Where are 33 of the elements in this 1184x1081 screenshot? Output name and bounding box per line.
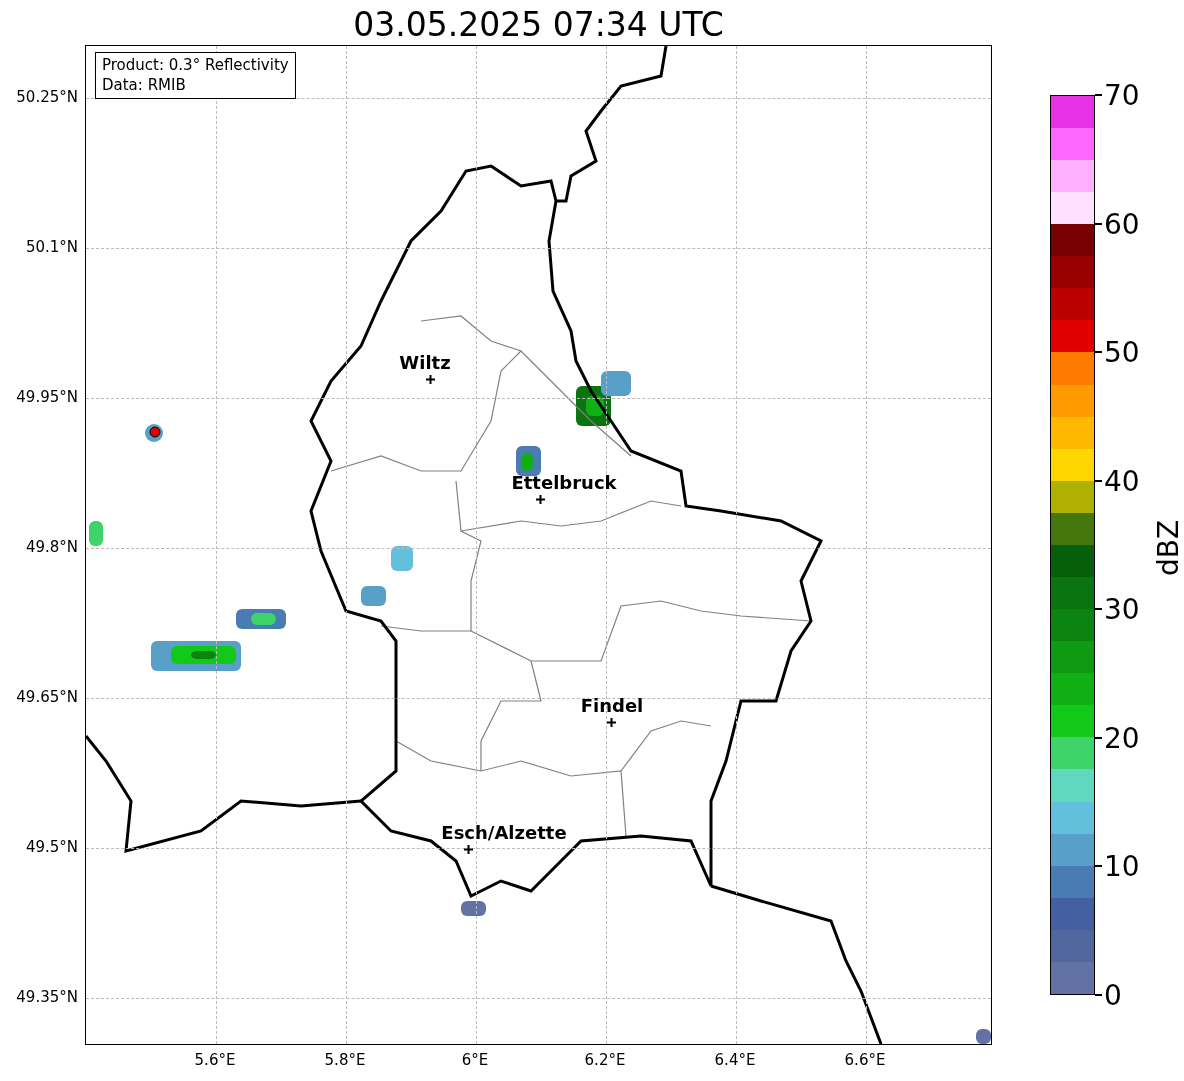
product-text: Product: 0.3° Reflectivity [102,55,289,75]
city-marker-icon [536,495,545,504]
city-marker-icon [607,718,616,727]
city-label: Findel [580,695,644,716]
colorbar-label: dBZ [1151,519,1184,577]
colorbar-tick-label: 10 [1104,849,1140,883]
longitude-label: 6°E [461,1051,489,1069]
latitude-label: 49.65°N [15,688,78,706]
city-label: Wiltz [399,352,451,373]
longitude-label: 6.6°E [844,1051,886,1069]
latitude-label: 49.35°N [15,988,78,1006]
city-label: Ettelbruck [511,472,617,493]
longitude-label: 5.6°E [194,1051,236,1069]
latitude-label: 49.8°N [24,538,78,556]
longitude-label: 6.4°E [714,1051,756,1069]
colorbar-tick-label: 60 [1104,207,1140,241]
colorbar-tick-label: 70 [1104,78,1140,112]
city-marker-icon [426,375,435,384]
longitude-label: 5.8°E [324,1051,366,1069]
colorbar-tick-label: 0 [1104,978,1122,1012]
colorbar-tick-label: 30 [1104,592,1140,626]
longitude-label: 6.2°E [584,1051,626,1069]
latitude-label: 49.95°N [15,388,78,406]
city-label: Esch/Alzette [441,822,567,843]
chart-title: 03.05.2025 07:34 UTC [352,4,725,46]
colorbar-tick-label: 50 [1104,335,1140,369]
data-source-text: Data: RMIB [102,75,187,95]
city-marker-icon [464,845,473,854]
colorbar-tick-label: 40 [1104,464,1140,498]
latitude-label: 49.5°N [24,838,78,856]
latitude-label: 50.25°N [15,88,78,106]
colorbar-tick-label: 20 [1104,721,1140,755]
latitude-label: 50.1°N [24,238,78,256]
